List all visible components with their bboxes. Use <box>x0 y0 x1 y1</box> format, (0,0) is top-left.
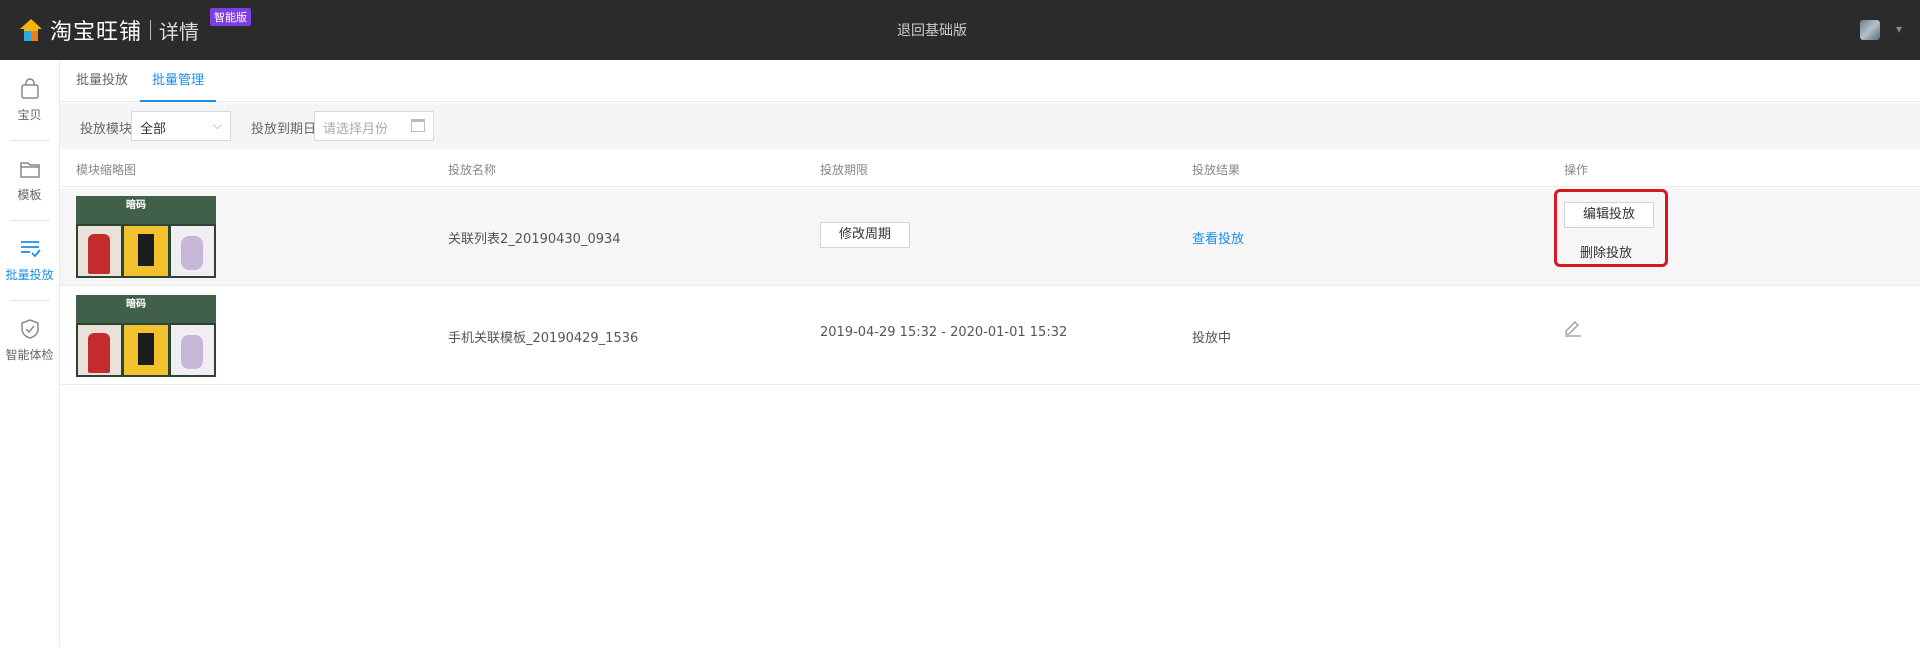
table-row: 暗码 手机关联模板_20190429_1536 2019-04-29 15:32… <box>60 287 1920 385</box>
module-filter-label: 投放模块 <box>80 122 133 137</box>
shield-check-icon <box>20 318 39 339</box>
filter-bar: 投放模块 全部 ⌵ 投放到期日 请选择月份 <box>60 103 1920 149</box>
module-select[interactable]: 全部 ⌵ <box>131 111 231 141</box>
sidebar-item-templates[interactable]: 模板 <box>0 140 59 220</box>
back-to-basic-link[interactable]: 退回基础版 <box>0 20 1864 40</box>
sidebar-item-items[interactable]: 宝贝 <box>0 60 59 140</box>
bag-icon <box>20 77 39 99</box>
folder-icon <box>19 161 40 178</box>
sidebar-item-label: 宝贝 <box>17 107 42 122</box>
delivery-period: 2019-04-29 15:32 - 2020-01-01 15:32 <box>820 325 1068 340</box>
module-thumbnail[interactable]: 暗码 <box>76 196 216 278</box>
table-header: 模块缩略图 投放名称 投放期限 投放结果 操作 <box>60 149 1920 187</box>
column-header-thumbnail: 模块缩略图 <box>76 163 137 177</box>
tab-batch-management[interactable]: 批量管理 <box>140 60 217 102</box>
module-thumbnail[interactable]: 暗码 <box>76 295 216 377</box>
pencil-icon[interactable] <box>1563 317 1583 337</box>
column-header-actions: 操作 <box>1564 163 1589 177</box>
top-bar: 淘宝旺铺 详情 智能版 退回基础版 ▾ <box>0 0 1920 60</box>
module-select-value: 全部 <box>140 122 167 137</box>
sub-tabs: 批量投放 批量管理 <box>60 60 1920 102</box>
calendar-icon <box>411 119 425 132</box>
sidebar-item-label: 智能体检 <box>5 347 54 362</box>
sidebar-item-batch-delivery[interactable]: 批量投放 <box>0 220 59 300</box>
delivery-name: 手机关联模板_20190429_1536 <box>448 331 639 346</box>
month-picker-placeholder: 请选择月份 <box>323 122 389 137</box>
column-header-name: 投放名称 <box>448 163 497 177</box>
expire-filter-label: 投放到期日 <box>251 122 317 137</box>
sidebar-item-smart-check[interactable]: 智能体检 <box>0 300 59 380</box>
column-header-result: 投放结果 <box>1192 163 1241 177</box>
left-sidebar: 宝贝 模板 批量投放 智能体检 <box>0 60 60 647</box>
delivery-name: 关联列表2_20190430_0934 <box>448 232 621 247</box>
tab-batch-delivery[interactable]: 批量投放 <box>76 60 128 102</box>
list-check-icon <box>20 240 41 257</box>
modify-period-button[interactable]: 修改周期 <box>820 222 910 248</box>
sidebar-item-label: 模板 <box>17 187 42 202</box>
chevron-down-icon[interactable]: ▾ <box>1896 22 1902 36</box>
chevron-down-icon: ⌵ <box>212 118 222 132</box>
sidebar-item-label: 批量投放 <box>5 267 54 282</box>
view-delivery-link[interactable]: 查看投放 <box>1192 228 1244 247</box>
column-header-period: 投放期限 <box>820 163 869 177</box>
avatar[interactable] <box>1860 20 1880 40</box>
delivery-status: 投放中 <box>1192 331 1232 346</box>
thumbnail-title: 暗码 <box>126 200 146 211</box>
month-picker-input[interactable]: 请选择月份 <box>314 111 434 141</box>
thumbnail-title: 暗码 <box>126 299 146 310</box>
highlight-annotation <box>1554 189 1668 267</box>
